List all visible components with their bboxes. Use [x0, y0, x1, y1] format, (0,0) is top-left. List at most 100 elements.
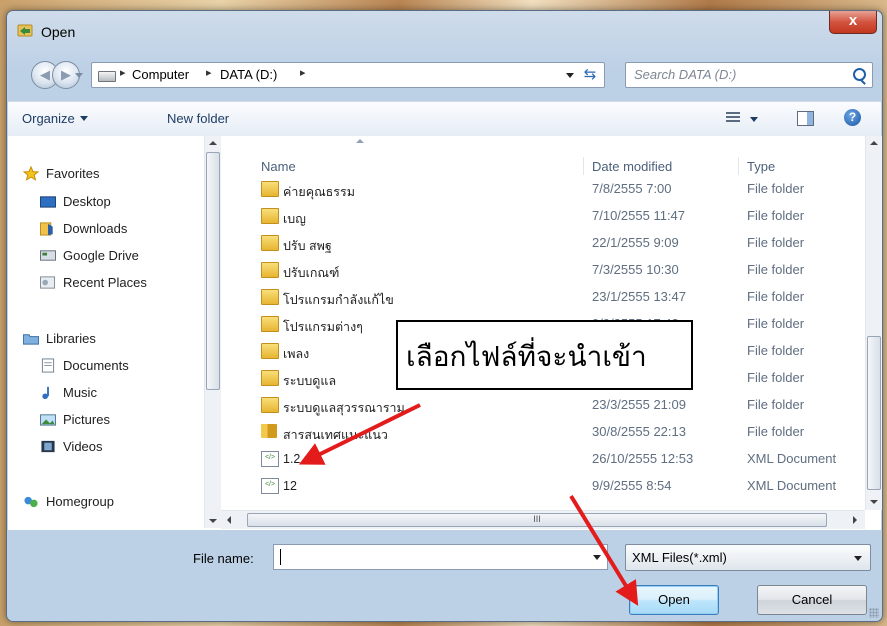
search-input[interactable]: Search DATA (D:): [625, 62, 873, 88]
file-date: 22/1/2555 9:09: [592, 235, 679, 250]
file-name: สารสนเทศแนะแนว: [283, 428, 388, 442]
title-bar: Open x: [7, 11, 882, 53]
file-type: File folder: [747, 289, 805, 304]
file-type-select[interactable]: XML Files(*.xml): [625, 544, 871, 571]
file-date: 23/3/2555 21:09: [592, 397, 686, 412]
column-header-label: Date modified: [592, 159, 673, 174]
window-title: Open: [41, 24, 76, 40]
folder-icon: [261, 370, 279, 386]
music-icon: [42, 386, 49, 400]
nav-item-label: Downloads: [63, 221, 128, 236]
resize-grip-icon[interactable]: [869, 608, 879, 618]
file-type: File folder: [747, 208, 805, 223]
recent-pages-dropdown-icon[interactable]: [75, 73, 83, 78]
file-name: เบญ: [283, 212, 306, 226]
file-list-row[interactable]: สารสนเทศแนะแนว 30/8/2555 22:13 File folder: [221, 419, 865, 446]
file-list-row[interactable]: ปรับเกณฑ์ 7/3/2555 10:30 File folder: [221, 257, 865, 284]
sort-ascending-icon: [356, 139, 364, 143]
column-divider[interactable]: [738, 157, 739, 175]
file-date: 30/8/2555 22:13: [592, 424, 686, 439]
preview-pane-icon[interactable]: [797, 111, 814, 126]
file-type: File folder: [747, 424, 805, 439]
file-list-scroll-thumb[interactable]: [867, 336, 881, 490]
google-drive-icon: [40, 250, 56, 261]
file-list-row[interactable]: ระบบดูแลสุวรรณาราม 23/3/2555 21:09 File fo…: [221, 392, 865, 419]
nav-item-label: Desktop: [63, 194, 111, 209]
horizontal-scroll-thumb[interactable]: III: [247, 513, 827, 527]
scroll-up-arrow-icon[interactable]: [870, 141, 878, 145]
file-list-row[interactable]: ปรับ สพฐ 22/1/2555 9:09 File folder: [221, 230, 865, 257]
scroll-right-arrow-icon[interactable]: [853, 516, 857, 524]
column-divider[interactable]: [583, 157, 584, 175]
chevron-down-icon[interactable]: [593, 555, 601, 560]
organize-button[interactable]: Organize: [22, 111, 88, 126]
folder-icon: [261, 181, 279, 197]
file-name: ปรับเกณฑ์: [283, 266, 340, 280]
scroll-down-arrow-icon[interactable]: [870, 500, 878, 504]
scroll-down-arrow-icon[interactable]: [209, 519, 217, 523]
folder-icon: [261, 397, 279, 413]
navigation-scrollbar[interactable]: [204, 136, 221, 528]
folder-icon: [261, 316, 279, 332]
view-options-chevron-icon[interactable]: [750, 117, 758, 122]
file-date: 7/3/2555 10:30: [592, 262, 679, 277]
navigation-scroll-thumb[interactable]: [206, 152, 220, 390]
file-list-row[interactable]: </> 12 9/9/2555 8:54 XML Document: [221, 473, 865, 500]
file-list-row[interactable]: โปรแกรมกำลังแก้ไข 23/1/2555 13:47 File fol…: [221, 284, 865, 311]
folder-icon: [261, 424, 277, 438]
open-dialog: Open x ◀ ▶ ▸ Computer ▸ DATA (D:) ▸ ⇆ Se…: [6, 10, 883, 622]
callout-text: เลือกไฟล์ที่จะนำเข้า: [406, 342, 647, 373]
file-name: ปรับ สพฐ: [283, 239, 332, 253]
videos-icon: [41, 440, 55, 453]
open-dialog-icon: [17, 24, 33, 37]
new-folder-button[interactable]: New folder: [167, 111, 229, 126]
close-button[interactable]: x: [829, 11, 877, 34]
file-date: 23/1/2555 13:47: [592, 289, 686, 304]
change-view-icon[interactable]: [726, 112, 740, 124]
breadcrumb-chevron-icon[interactable]: ▸: [120, 66, 126, 79]
refresh-icon[interactable]: ⇆: [580, 66, 600, 84]
file-type: File folder: [747, 181, 805, 196]
nav-item-label: Google Drive: [63, 248, 139, 263]
downloads-folder-icon: [40, 222, 53, 236]
nav-item-label: Libraries: [46, 331, 96, 346]
breadcrumb-chevron-icon[interactable]: ▸: [300, 66, 306, 79]
file-date: 7/8/2555 7:00: [592, 181, 672, 196]
scroll-up-arrow-icon[interactable]: [209, 141, 217, 145]
cancel-button[interactable]: Cancel: [757, 585, 867, 615]
nav-item-label: Documents: [63, 358, 129, 373]
file-name-input[interactable]: [273, 544, 608, 570]
search-icon[interactable]: [853, 68, 866, 81]
command-bar: Organize New folder ?: [8, 101, 881, 137]
breadcrumb-chevron-icon[interactable]: ▸: [206, 66, 212, 79]
file-type: File folder: [747, 370, 805, 385]
address-history-dropdown-icon[interactable]: [566, 73, 574, 78]
breadcrumb-computer[interactable]: Computer: [132, 67, 189, 82]
instruction-callout: เลือกไฟล์ที่จะนำเข้า: [396, 320, 693, 390]
file-name-label: File name:: [193, 551, 254, 566]
file-type: XML Document: [747, 451, 837, 466]
file-list-row[interactable]: </> 1.2 26/10/2555 12:53 XML Document: [221, 446, 865, 473]
column-header-label: Name: [261, 159, 296, 174]
scroll-left-arrow-icon[interactable]: [227, 516, 231, 524]
address-bar[interactable]: ▸ Computer ▸ DATA (D:) ▸ ⇆: [91, 62, 605, 88]
file-type: File folder: [747, 262, 805, 277]
folder-icon: [261, 235, 279, 251]
desktop-icon: [40, 196, 56, 208]
xml-file-icon: </>: [261, 451, 279, 467]
file-type: File folder: [747, 316, 805, 331]
folder-icon: [261, 262, 279, 278]
breadcrumb-data-drive[interactable]: DATA (D:): [220, 67, 277, 82]
help-icon[interactable]: ?: [844, 109, 861, 126]
file-name: โปรแกรมกำลังแก้ไข: [283, 293, 394, 307]
horizontal-scrollbar[interactable]: III: [221, 510, 865, 529]
file-name: โปรแกรมต่างๆ: [283, 320, 363, 334]
open-button[interactable]: Open: [629, 585, 719, 615]
file-list-scrollbar[interactable]: [865, 136, 882, 510]
organize-label: Organize: [22, 111, 75, 126]
file-list-row[interactable]: เบญ 7/10/2555 11:47 File folder: [221, 203, 865, 230]
file-type: File folder: [747, 235, 805, 250]
nav-item-label: Videos: [63, 439, 103, 454]
file-list-row[interactable]: ค่ายคุณธรรม 7/8/2555 7:00 File folder: [221, 176, 865, 203]
navigation-pane: Favorites Desktop Downloads Google Drive…: [8, 136, 204, 530]
